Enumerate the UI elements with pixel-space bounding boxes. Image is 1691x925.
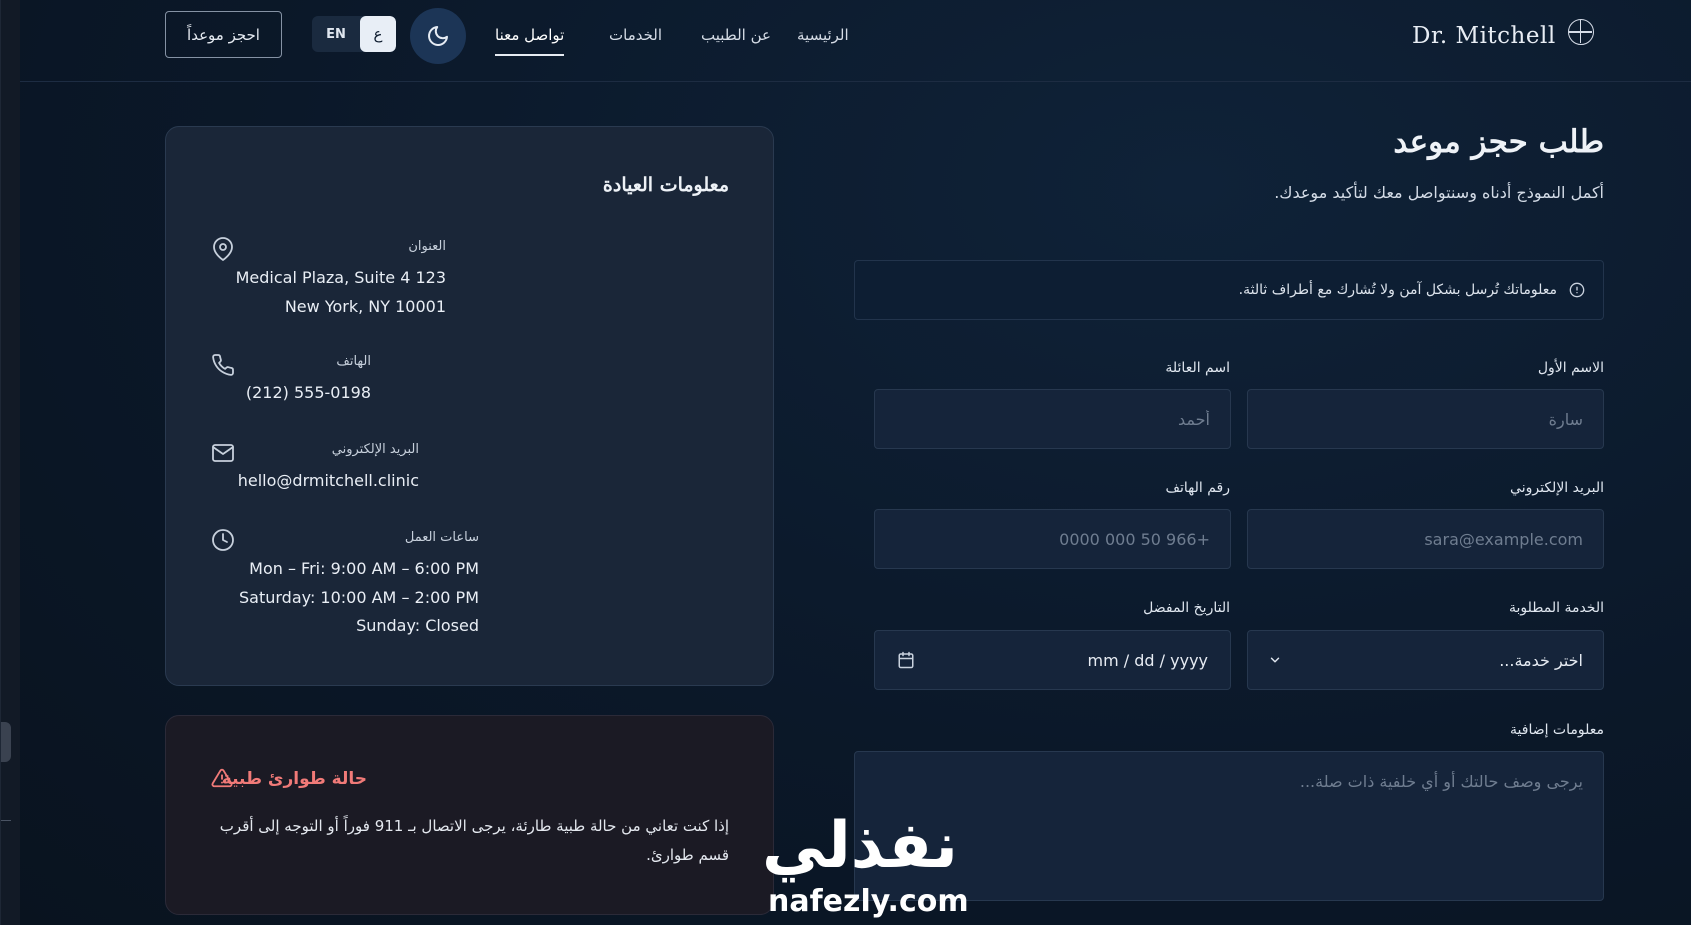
medical-cross-icon	[1567, 19, 1594, 45]
last-name-label: اسم العائلة	[1165, 360, 1230, 376]
book-appointment-button[interactable]: احجز موعداً	[165, 11, 282, 58]
notes-label: معلومات إضافية	[1510, 722, 1604, 738]
service-label: الخدمة المطلوبة	[1509, 600, 1604, 616]
calendar-icon[interactable]	[897, 651, 915, 669]
email-label-clinic: البريد الإلكتروني	[331, 442, 419, 457]
phone-label: رقم الهاتف	[1165, 480, 1230, 496]
email-input[interactable]	[1247, 509, 1604, 569]
emergency-title: حالة طوارئ طبية	[221, 769, 367, 789]
service-select-value: اختر خدمة...	[1499, 650, 1583, 670]
clinic-phone-value[interactable]: (212) 555-0198	[246, 378, 371, 407]
nav-contact[interactable]: تواصل معنا	[495, 26, 565, 56]
watermark-latin: nafezly.com	[768, 884, 969, 919]
form-subtitle: أكمل النموذج أدناه وسنتواصل معك لتأكيد م…	[1274, 183, 1604, 202]
date-label: التاريخ المفضل	[1143, 600, 1230, 616]
hours-weekdays: Mon – Fri: 9:00 AM – 6:00 PM	[249, 559, 479, 578]
nav-services[interactable]: الخدمات	[609, 26, 662, 52]
watermark-arabic: نفذلي	[762, 809, 958, 883]
clinic-info-card: معلومات العيادة العنوان Medical Plaza, S…	[165, 126, 774, 686]
nav-home[interactable]: الرئيسية	[797, 26, 849, 52]
side-divider	[1, 820, 11, 821]
info-icon	[1569, 282, 1585, 298]
phone-input[interactable]	[874, 509, 1231, 569]
clinic-email-value[interactable]: hello@drmitchell.clinic	[238, 466, 419, 495]
theme-toggle-button[interactable]	[410, 8, 466, 64]
first-name-input[interactable]	[1247, 389, 1604, 449]
left-window-strip	[0, 0, 20, 925]
chevron-down-icon	[1270, 657, 1280, 663]
lang-ar-option[interactable]: ع	[360, 16, 396, 52]
clinic-info-title: معلومات العيادة	[602, 174, 729, 196]
hours-saturday: Saturday: 10:00 AM – 2:00 PM	[239, 588, 479, 607]
address-line1: Medical Plaza, Suite 4 123	[235, 268, 446, 287]
nav-about[interactable]: عن الطبيب	[701, 26, 771, 52]
emergency-card: حالة طوارئ طبية إذا كنت تعاني من حالة طب…	[165, 715, 774, 915]
hours-label: ساعات العمل	[404, 530, 479, 545]
page: Dr. Mitchell الرئيسية عن الطبيب الخدمات …	[20, 0, 1691, 925]
date-picker[interactable]: mm / dd / yyyy	[874, 630, 1231, 690]
email-label: البريد الإلكتروني	[1510, 480, 1604, 496]
privacy-notice: معلوماتك تُرسل بشكل آمن ولا تُشارك مع أط…	[854, 260, 1604, 320]
phone-icon	[212, 354, 234, 376]
address-label: العنوان	[408, 239, 446, 254]
date-picker-value: mm / dd / yyyy	[1087, 650, 1208, 670]
phone-label-clinic: الهاتف	[336, 354, 371, 369]
site-header: Dr. Mitchell الرئيسية عن الطبيب الخدمات …	[20, 0, 1691, 82]
watermark: نفذلي nafezly.com	[750, 810, 980, 925]
emergency-text: إذا كنت تعاني من حالة طبية طارئة، يرجى ا…	[219, 817, 729, 864]
first-name-label: الاسم الأول	[1537, 360, 1604, 376]
brand-logo[interactable]: Dr. Mitchell	[1412, 16, 1612, 56]
brand-name: Dr. Mitchell	[1412, 23, 1556, 49]
hours-sunday: Sunday: Closed	[356, 616, 479, 635]
address-line2: New York, NY 10001	[284, 297, 446, 316]
form-title: طلب حجز موعد	[1393, 124, 1604, 160]
moon-icon	[428, 26, 448, 46]
last-name-input[interactable]	[874, 389, 1231, 449]
mail-icon	[212, 444, 234, 462]
service-select[interactable]: اختر خدمة...	[1247, 630, 1604, 690]
map-pin-icon	[213, 237, 233, 261]
side-handle[interactable]	[1, 722, 11, 762]
privacy-notice-text: معلوماتك تُرسل بشكل آمن ولا تُشارك مع أط…	[1238, 282, 1557, 298]
clock-icon	[212, 529, 234, 551]
lang-en-option[interactable]: EN	[312, 16, 360, 52]
language-toggle: EN ع	[312, 16, 396, 52]
